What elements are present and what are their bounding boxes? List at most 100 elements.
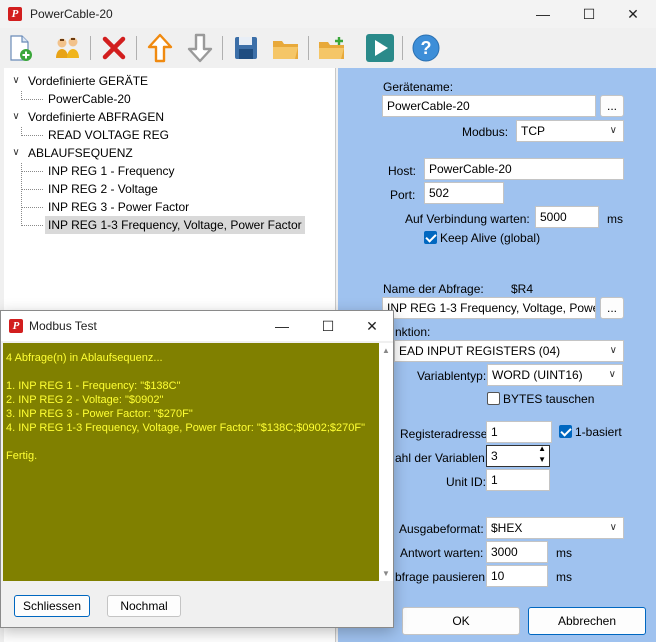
log-line: Fertig. [6,450,38,462]
modbus-select[interactable]: TCP ∨ [516,120,624,142]
output-format-value: $HEX [491,521,523,535]
title-bar: P PowerCable-20 — ☐ ✕ [0,0,656,28]
log-output[interactable]: 4 Abfrage(n) in Ablaufsequenz... 1. INP … [3,343,379,581]
variable-count-stepper[interactable]: 3 ▲ ▼ [486,445,550,467]
close-dialog-button[interactable]: Schliessen [14,595,90,617]
query-name-label: Name der Abfrage: [383,282,484,296]
tree-line [21,99,43,100]
help-icon[interactable]: ? [410,32,442,64]
function-select-value: EAD INPUT REGISTERS (04) [399,344,561,358]
stepper-up-icon[interactable]: ▲ [538,446,546,454]
keep-alive-label: Keep Alive (global) [440,231,541,245]
keep-alive-checkbox[interactable] [424,231,437,244]
toolbar-separator [308,36,309,60]
chevron-down-icon[interactable]: ∨ [10,144,22,162]
window-title: PowerCable-20 [30,7,113,21]
tree-group-geraete[interactable]: Vordefinierte GERÄTE [28,72,148,90]
response-wait-field[interactable]: 3000 [486,541,548,563]
unit-id-field[interactable]: 1 [486,469,550,491]
log-line: 1. INP REG 1 - Frequency: "$138C" [6,380,181,392]
dialog-close-button[interactable]: ✕ [349,312,395,340]
swap-bytes-checkbox[interactable] [487,392,500,405]
tree-item-sequence[interactable]: INP REG 1 - Frequency [48,162,175,180]
function-select[interactable]: EAD INPUT REGISTERS (04) ∨ [394,340,624,362]
toolbar: ? [0,28,656,68]
log-line: 3. INP REG 3 - Power Factor: "$270F" [6,408,193,420]
maximize-button[interactable]: ☐ [566,0,612,28]
register-address-label: Registeradresse: [400,427,491,441]
modbus-label: Modbus: [462,125,509,139]
chevron-down-icon: ∨ [609,522,617,533]
scroll-up-icon[interactable]: ▲ [382,346,390,355]
device-name-field[interactable]: PowerCable-20 [382,95,596,117]
cancel-button[interactable]: Abbrechen [528,607,646,635]
log-line: 4 Abfrage(n) in Ablaufsequenz... [6,352,163,364]
dialog-minimize-button[interactable]: — [259,312,305,340]
ok-button[interactable]: OK [402,607,520,635]
chevron-down-icon[interactable]: ∨ [10,72,22,90]
chevron-down-icon: ∨ [609,125,617,136]
tree-line [21,189,43,190]
host-field[interactable]: PowerCable-20 [424,158,624,180]
app-logo-icon: P [8,7,22,21]
tree-group-ablaufsequenz[interactable]: ABLAUFSEQUENZ [28,144,133,162]
open-folder-icon[interactable] [270,32,302,64]
port-field[interactable]: 502 [424,182,504,204]
connect-wait-field[interactable]: 5000 [535,206,599,228]
query-pause-label: bfrage pausieren: [395,570,489,584]
tree-line [21,135,43,136]
one-based-checkbox[interactable] [559,425,572,438]
tree-item-device[interactable]: PowerCable-20 [48,90,131,108]
close-button[interactable]: ✕ [610,0,656,28]
port-label: Port: [390,188,416,202]
move-down-icon[interactable] [184,32,216,64]
run-icon[interactable] [364,32,396,64]
query-variable-label: $R4 [511,282,534,296]
app-logo-icon: P [9,319,23,333]
register-address-field[interactable]: 1 [486,421,552,443]
minimize-button[interactable]: — [520,0,566,28]
tree-line [21,225,43,226]
log-line: 4. INP REG 1-3 Frequency, Voltage, Power… [6,422,365,434]
users-icon[interactable] [52,32,84,64]
connect-wait-unit: ms [607,212,623,226]
query-pause-unit: ms [556,570,572,584]
tree-item-sequence[interactable]: INP REG 3 - Power Factor [48,198,189,216]
unit-id-label: Unit ID: [446,475,487,489]
tree-item-sequence-selected[interactable]: INP REG 1-3 Frequency, Voltage, Power Fa… [45,216,305,234]
chevron-down-icon: ∨ [609,345,617,356]
query-pause-field[interactable]: 10 [486,565,548,587]
log-scrollbar[interactable]: ▲ ▼ [379,343,393,581]
tree-item-sequence[interactable]: INP REG 2 - Voltage [48,180,158,198]
function-label: nktion: [395,325,431,339]
response-wait-label: Antwort warten: [400,546,484,560]
host-label: Host: [388,164,417,178]
one-based-label: 1-basiert [575,425,622,439]
dialog-maximize-button[interactable]: ☐ [305,312,351,340]
scroll-down-icon[interactable]: ▼ [382,569,390,578]
tree-line [21,207,43,208]
toolbar-separator [222,36,223,60]
tree-group-abfragen[interactable]: Vordefinierte ABFRAGEN [28,108,164,126]
output-format-select[interactable]: $HEX ∨ [486,517,624,539]
chevron-down-icon[interactable]: ∨ [10,108,22,126]
stepper-down-icon[interactable]: ▼ [538,455,546,465]
move-up-icon[interactable] [144,32,176,64]
delete-icon[interactable] [98,32,130,64]
device-browse-button[interactable]: ... [600,95,624,117]
tree-item-query[interactable]: READ VOLTAGE REG [48,126,169,144]
query-browse-button[interactable]: ... [600,297,624,319]
query-name-field[interactable]: INP REG 1-3 Frequency, Voltage, Power [382,297,596,319]
connect-wait-label: Auf Verbindung warten: [405,212,530,226]
again-button[interactable]: Nochmal [107,595,181,617]
new-folder-icon[interactable] [316,32,348,64]
chevron-down-icon: ∨ [608,369,616,380]
new-document-icon[interactable] [4,32,36,64]
save-icon[interactable] [230,32,262,64]
toolbar-separator [90,36,91,60]
variable-type-select[interactable]: WORD (UINT16) ∨ [487,364,623,386]
toolbar-separator [136,36,137,60]
variable-type-label: Variablentyp: [417,369,487,383]
